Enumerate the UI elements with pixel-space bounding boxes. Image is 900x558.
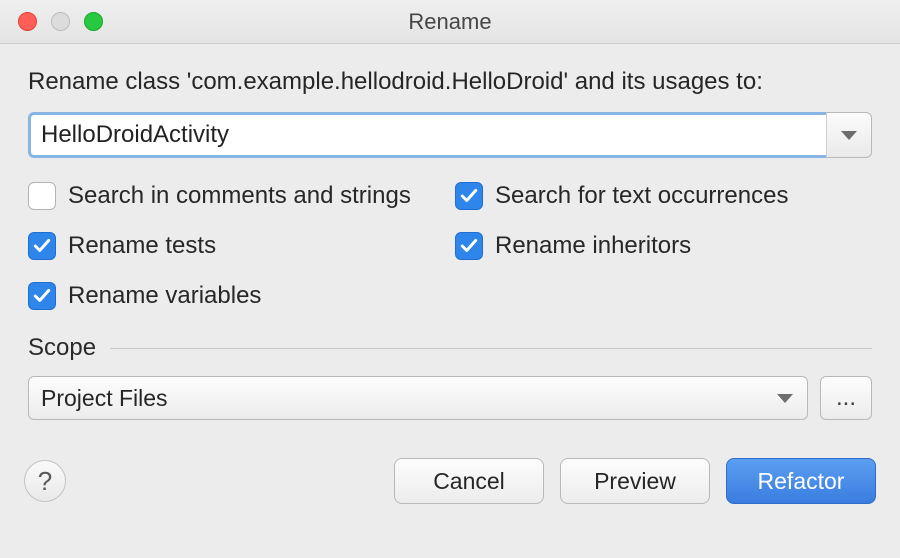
checkbox-icon — [28, 232, 56, 260]
checkbox-icon — [455, 182, 483, 210]
rename-inheritors-checkbox[interactable]: Rename inheritors — [455, 232, 872, 260]
dialog-footer: ? Cancel Preview Refactor — [0, 458, 900, 526]
name-history-dropdown[interactable] — [826, 112, 872, 158]
scope-select[interactable]: Project Files — [28, 376, 808, 420]
chevron-down-icon — [777, 394, 793, 403]
scope-row: Project Files ... — [28, 376, 872, 420]
scope-selected-value: Project Files — [41, 385, 168, 412]
rename-prompt: Rename class 'com.example.hellodroid.Hel… — [28, 68, 872, 96]
help-icon: ? — [38, 466, 52, 497]
preview-button[interactable]: Preview — [560, 458, 710, 504]
checkbox-label: Rename tests — [68, 232, 216, 260]
search-comments-checkbox[interactable]: Search in comments and strings — [28, 182, 445, 210]
checkbox-label: Search for text occurrences — [495, 182, 788, 210]
search-text-checkbox[interactable]: Search for text occurrences — [455, 182, 872, 210]
refactor-button[interactable]: Refactor — [726, 458, 876, 504]
checkbox-icon — [28, 282, 56, 310]
ellipsis-icon: ... — [836, 384, 856, 412]
scope-section-header: Scope — [28, 334, 872, 362]
rename-variables-checkbox[interactable]: Rename variables — [28, 282, 445, 310]
checkbox-label: Search in comments and strings — [68, 182, 411, 210]
scope-label: Scope — [28, 334, 96, 362]
divider — [110, 348, 872, 349]
chevron-down-icon — [841, 131, 857, 140]
cancel-button[interactable]: Cancel — [394, 458, 544, 504]
new-name-input[interactable] — [28, 112, 826, 158]
help-button[interactable]: ? — [24, 460, 66, 502]
checkbox-label: Rename inheritors — [495, 232, 691, 260]
scope-more-button[interactable]: ... — [820, 376, 872, 420]
checkbox-icon — [28, 182, 56, 210]
checkbox-label: Rename variables — [68, 282, 261, 310]
window-title: Rename — [0, 9, 900, 35]
rename-tests-checkbox[interactable]: Rename tests — [28, 232, 445, 260]
options-grid: Search in comments and strings Search fo… — [28, 182, 872, 310]
checkbox-icon — [455, 232, 483, 260]
titlebar: Rename — [0, 0, 900, 44]
new-name-row — [28, 112, 872, 158]
